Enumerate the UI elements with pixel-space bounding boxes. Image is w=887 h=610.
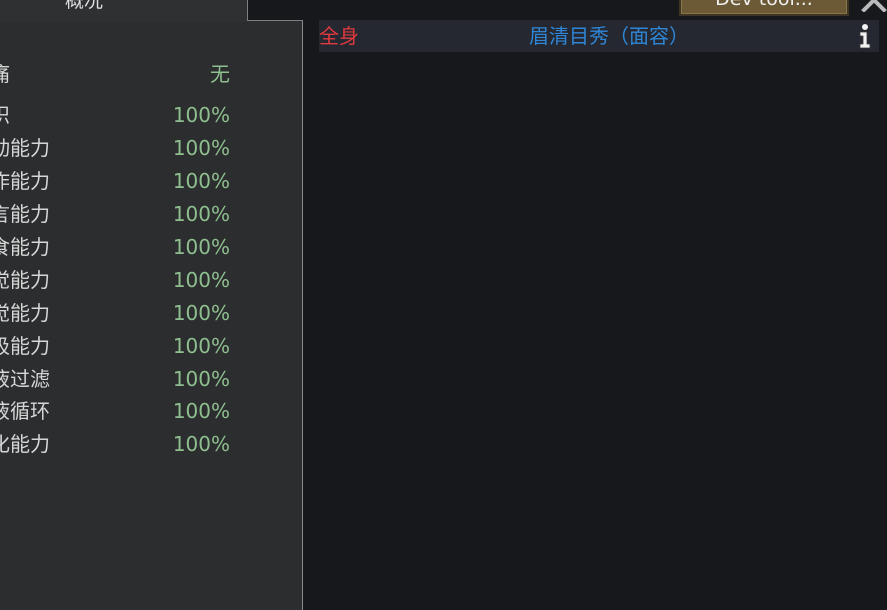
capacity-label: 进食能力 [0, 235, 50, 259]
body-part-label: 全身 [319, 24, 359, 48]
pain-row: 疼痛 无 [0, 61, 230, 87]
capacity-value: 100% [172, 136, 230, 160]
capacity-label: 语言能力 [0, 202, 50, 226]
capacity-value: 100% [172, 334, 230, 358]
capacity-value: 100% [172, 367, 230, 391]
capacity-value: 100% [172, 169, 230, 193]
capacity-label: 听觉能力 [0, 301, 50, 325]
capacity-row[interactable]: 听觉能力 100% [0, 300, 230, 326]
capacity-row[interactable]: 视觉能力 100% [0, 267, 230, 293]
capacity-label: 操作能力 [0, 169, 50, 193]
capacity-row[interactable]: 移动能力 100% [0, 135, 230, 161]
capacity-row[interactable]: 呼吸能力 100% [0, 333, 230, 359]
capacity-label: 血液过滤 [0, 367, 50, 391]
capacity-row[interactable]: 血液过滤 100% [0, 366, 230, 392]
capacity-label: 移动能力 [0, 136, 50, 160]
capacity-value: 100% [172, 103, 230, 127]
capacity-row[interactable]: 操作能力 100% [0, 168, 230, 194]
capacity-value: 100% [172, 301, 230, 325]
capacity-label: 消化能力 [0, 432, 50, 456]
health-window: 疼痛 无 意识 100% 移动能力 100% 操作能力 100% 语言能力 10… [0, 0, 887, 610]
dev-tool-label: Dev tool... [715, 0, 813, 10]
capacity-row[interactable]: 消化能力 100% [0, 431, 230, 457]
pain-value: 无 [210, 62, 230, 86]
capacity-row[interactable]: 血液循环 100% [0, 398, 230, 424]
dev-tool-button[interactable]: Dev tool... [679, 0, 849, 16]
condition-label: 眉清目秀（面容） [529, 24, 689, 48]
capacity-row[interactable]: 意识 100% [0, 102, 230, 128]
capacity-label: 呼吸能力 [0, 334, 50, 358]
tab-overview[interactable]: 概况 [0, 0, 248, 20]
capacity-value: 100% [172, 399, 230, 423]
overview-panel: 疼痛 无 意识 100% 移动能力 100% 操作能力 100% 语言能力 10… [0, 20, 303, 610]
pain-label: 疼痛 [0, 61, 10, 87]
info-icon[interactable] [856, 23, 874, 49]
capacity-row[interactable]: 语言能力 100% [0, 201, 230, 227]
capacity-label: 血液循环 [0, 399, 50, 423]
capacity-value: 100% [172, 268, 230, 292]
capacity-label: 意识 [0, 102, 10, 128]
close-icon[interactable] [860, 0, 887, 12]
capacity-label: 视觉能力 [0, 268, 50, 292]
capacity-value: 100% [172, 432, 230, 456]
hediff-row[interactable]: 全身 眉清目秀（面容） [319, 20, 879, 52]
tab-joiner [0, 19, 247, 22]
capacity-row[interactable]: 进食能力 100% [0, 234, 230, 260]
tab-overview-label: 概况 [64, 0, 103, 12]
capacity-value: 100% [172, 235, 230, 259]
capacity-value: 100% [172, 202, 230, 226]
